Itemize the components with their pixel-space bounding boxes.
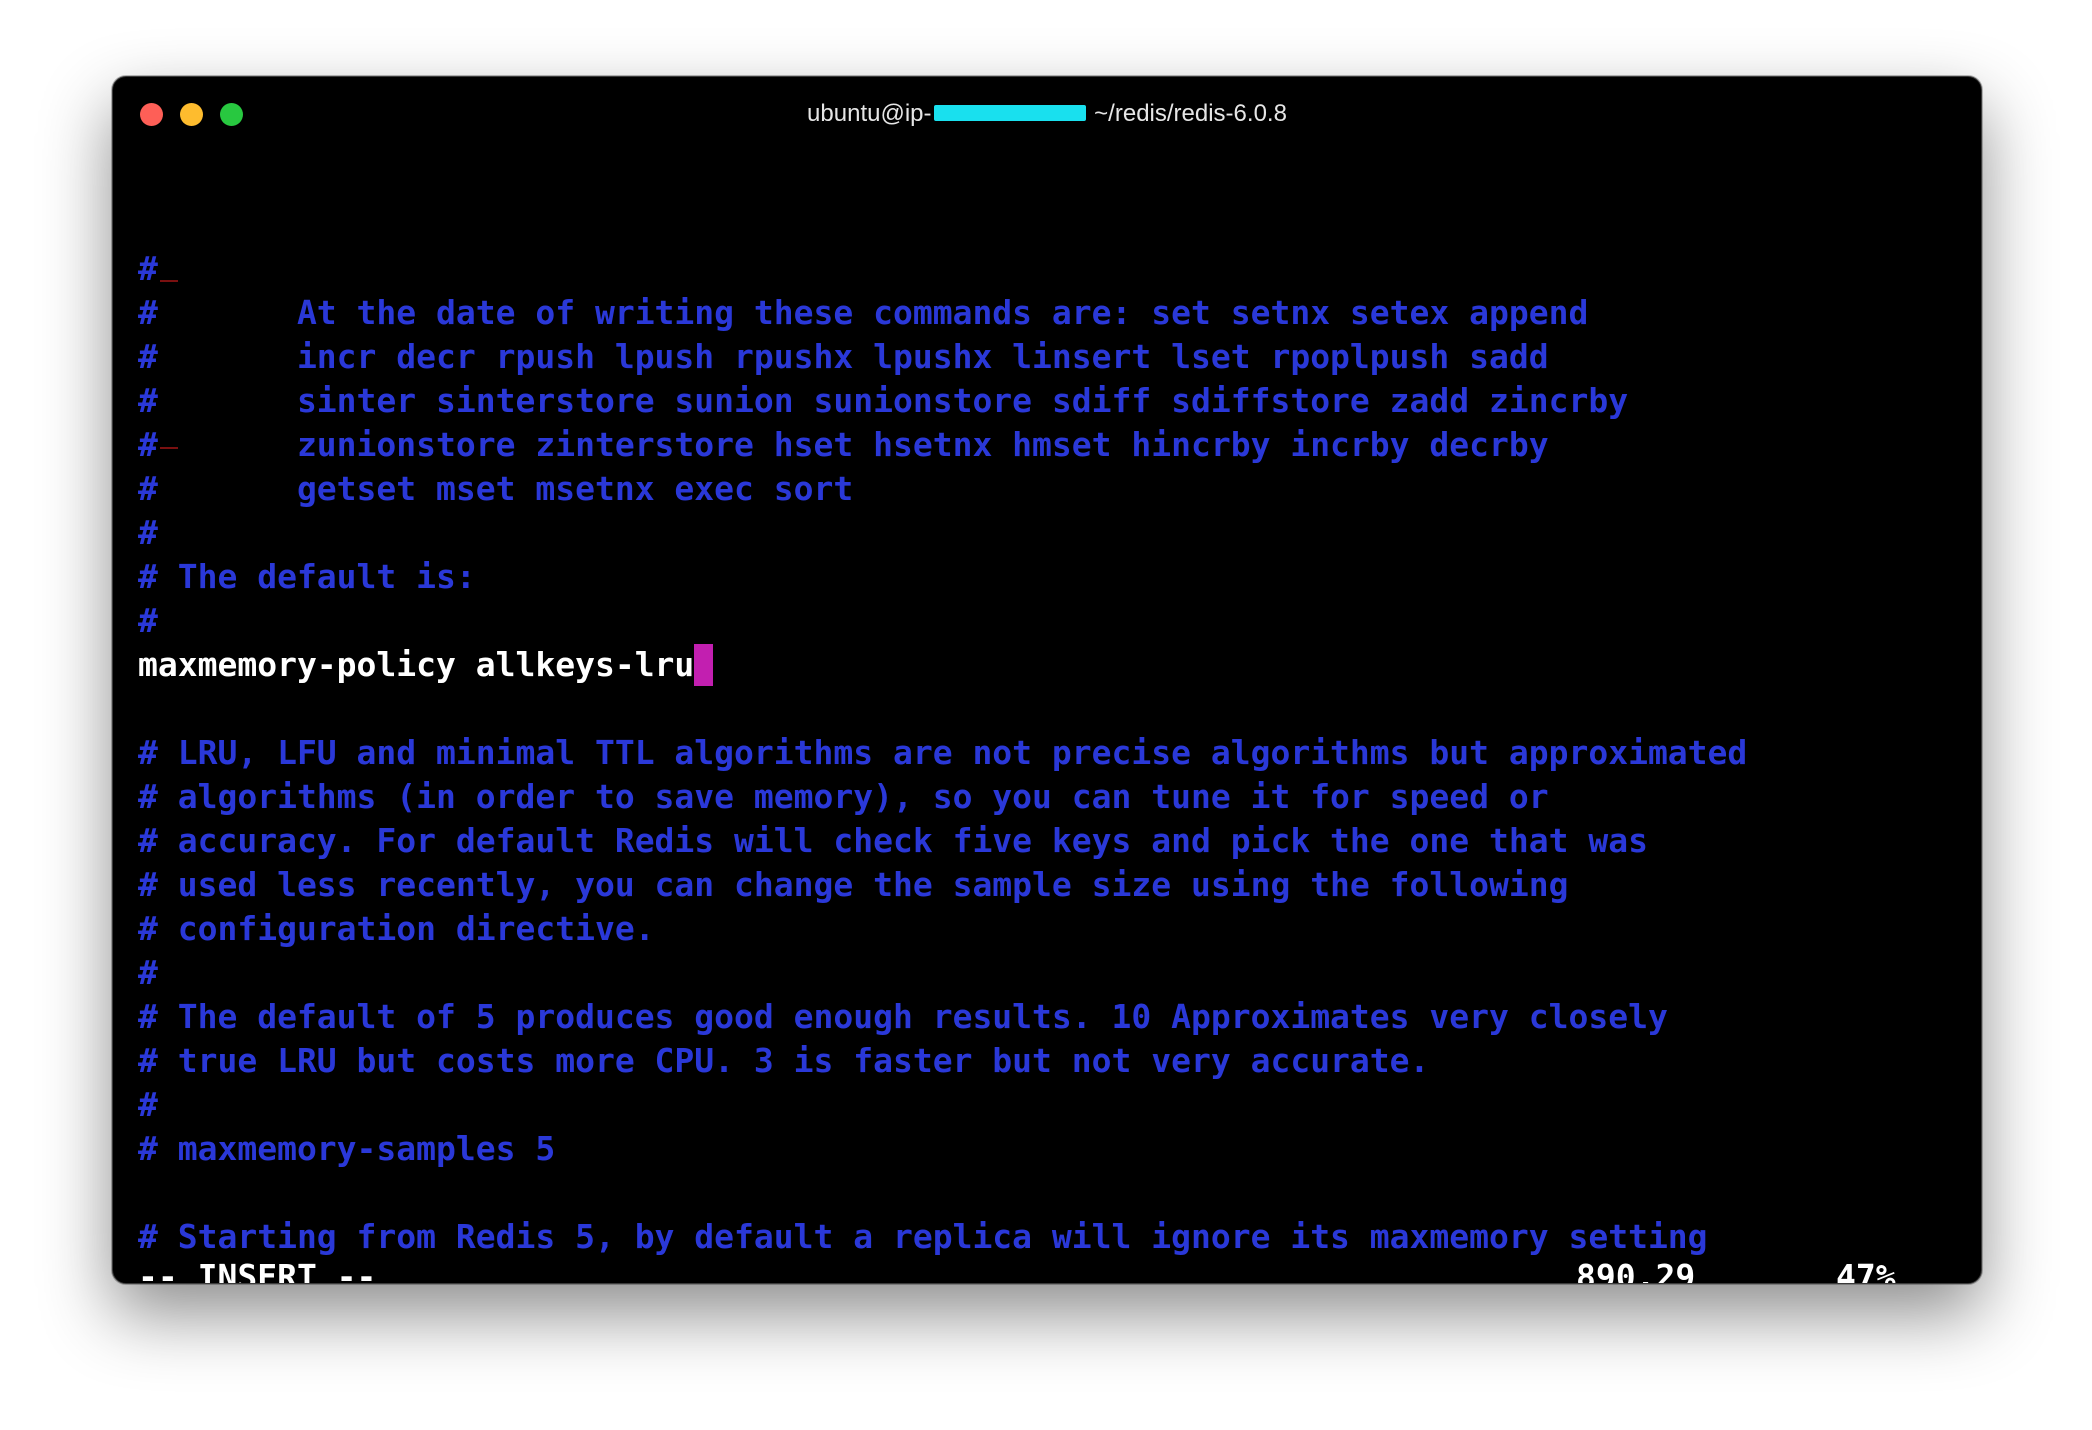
editor-line: # configuration directive. xyxy=(138,907,1747,951)
terminal-window: ubuntu@ip- ~/redis/redis-6.0.8 # # At the… xyxy=(112,76,1982,1284)
editor-line: # algorithms (in order to save memory), … xyxy=(138,775,1747,819)
comment-text: # incr decr rpush lpush rpushx lpushx li… xyxy=(138,337,1549,376)
editor-line: # xyxy=(138,511,1747,555)
comment-text: # maxmemory-samples 5 xyxy=(138,1129,556,1168)
vim-mode-indicator: -- INSERT -- xyxy=(138,1257,377,1284)
vim-sign-mark xyxy=(160,280,178,282)
text-cursor xyxy=(694,644,714,686)
window-title: ubuntu@ip- ~/redis/redis-6.0.8 xyxy=(113,99,1981,129)
editor-line: # xyxy=(138,1083,1747,1127)
comment-text: # xyxy=(138,249,158,288)
comment-text: # xyxy=(138,601,158,640)
vim-editor-buffer[interactable]: # # At the date of writing these commands… xyxy=(138,247,1747,1259)
comment-text: # configuration directive. xyxy=(138,909,655,948)
editor-line: # The default of 5 produces good enough … xyxy=(138,995,1747,1039)
comment-text: # xyxy=(138,513,158,552)
editor-line: # maxmemory-samples 5 xyxy=(138,1127,1747,1171)
comment-text: # xyxy=(138,953,158,992)
comment-text: # zunionstore zinterstore hset hsetnx hm… xyxy=(138,425,1549,464)
cursor-position: 890,29 xyxy=(1576,1257,1696,1284)
editor-line: # true LRU but costs more CPU. 3 is fast… xyxy=(138,1039,1747,1083)
scroll-percent: 47% xyxy=(1836,1257,1896,1284)
comment-text: # sinter sinterstore sunion sunionstore … xyxy=(138,381,1629,420)
editor-line: # accuracy. For default Redis will check… xyxy=(138,819,1747,863)
editor-line: # xyxy=(138,247,1747,291)
window-title-suffix: ~/redis/redis-6.0.8 xyxy=(1087,100,1287,127)
editor-line: # At the date of writing these commands … xyxy=(138,291,1747,335)
editor-line: # incr decr rpush lpush rpushx lpushx li… xyxy=(138,335,1747,379)
editor-line: # xyxy=(138,599,1747,643)
comment-text: # At the date of writing these commands … xyxy=(138,293,1589,332)
editor-line: # Starting from Redis 5, by default a re… xyxy=(138,1215,1747,1259)
comment-text: # Starting from Redis 5, by default a re… xyxy=(138,1217,1708,1256)
editor-line: # used less recently, you can change the… xyxy=(138,863,1747,907)
editor-line: # xyxy=(138,951,1747,995)
vim-sign-mark xyxy=(160,447,178,449)
editor-line: # getset mset msetnx exec sort xyxy=(138,467,1747,511)
redacted-ip-mark xyxy=(933,104,1086,121)
editor-line: # The default is: xyxy=(138,555,1747,599)
comment-text: # getset mset msetnx exec sort xyxy=(138,469,854,508)
comment-text: # xyxy=(138,1085,158,1124)
comment-text: # The default of 5 produces good enough … xyxy=(138,997,1668,1036)
editor-line: # zunionstore zinterstore hset hsetnx hm… xyxy=(138,423,1747,467)
comment-text: # algorithms (in order to save memory), … xyxy=(138,777,1549,816)
config-directive: maxmemory-policy allkeys-lru xyxy=(138,645,695,684)
title-bar: ubuntu@ip- ~/redis/redis-6.0.8 xyxy=(113,77,1981,151)
comment-text: # LRU, LFU and minimal TTL algorithms ar… xyxy=(138,733,1748,772)
editor-line: maxmemory-policy allkeys-lru xyxy=(138,643,1747,687)
editor-line: # sinter sinterstore sunion sunionstore … xyxy=(138,379,1747,423)
vim-status-line: -- INSERT -- 890,29 47% xyxy=(138,1255,1958,1284)
comment-text: # true LRU but costs more CPU. 3 is fast… xyxy=(138,1041,1430,1080)
window-title-prefix: ubuntu@ip- xyxy=(807,100,932,127)
comment-text: # The default is: xyxy=(138,557,476,596)
comment-text: # accuracy. For default Redis will check… xyxy=(138,821,1648,860)
editor-line: # LRU, LFU and minimal TTL algorithms ar… xyxy=(138,731,1747,775)
comment-text: # used less recently, you can change the… xyxy=(138,865,1569,904)
